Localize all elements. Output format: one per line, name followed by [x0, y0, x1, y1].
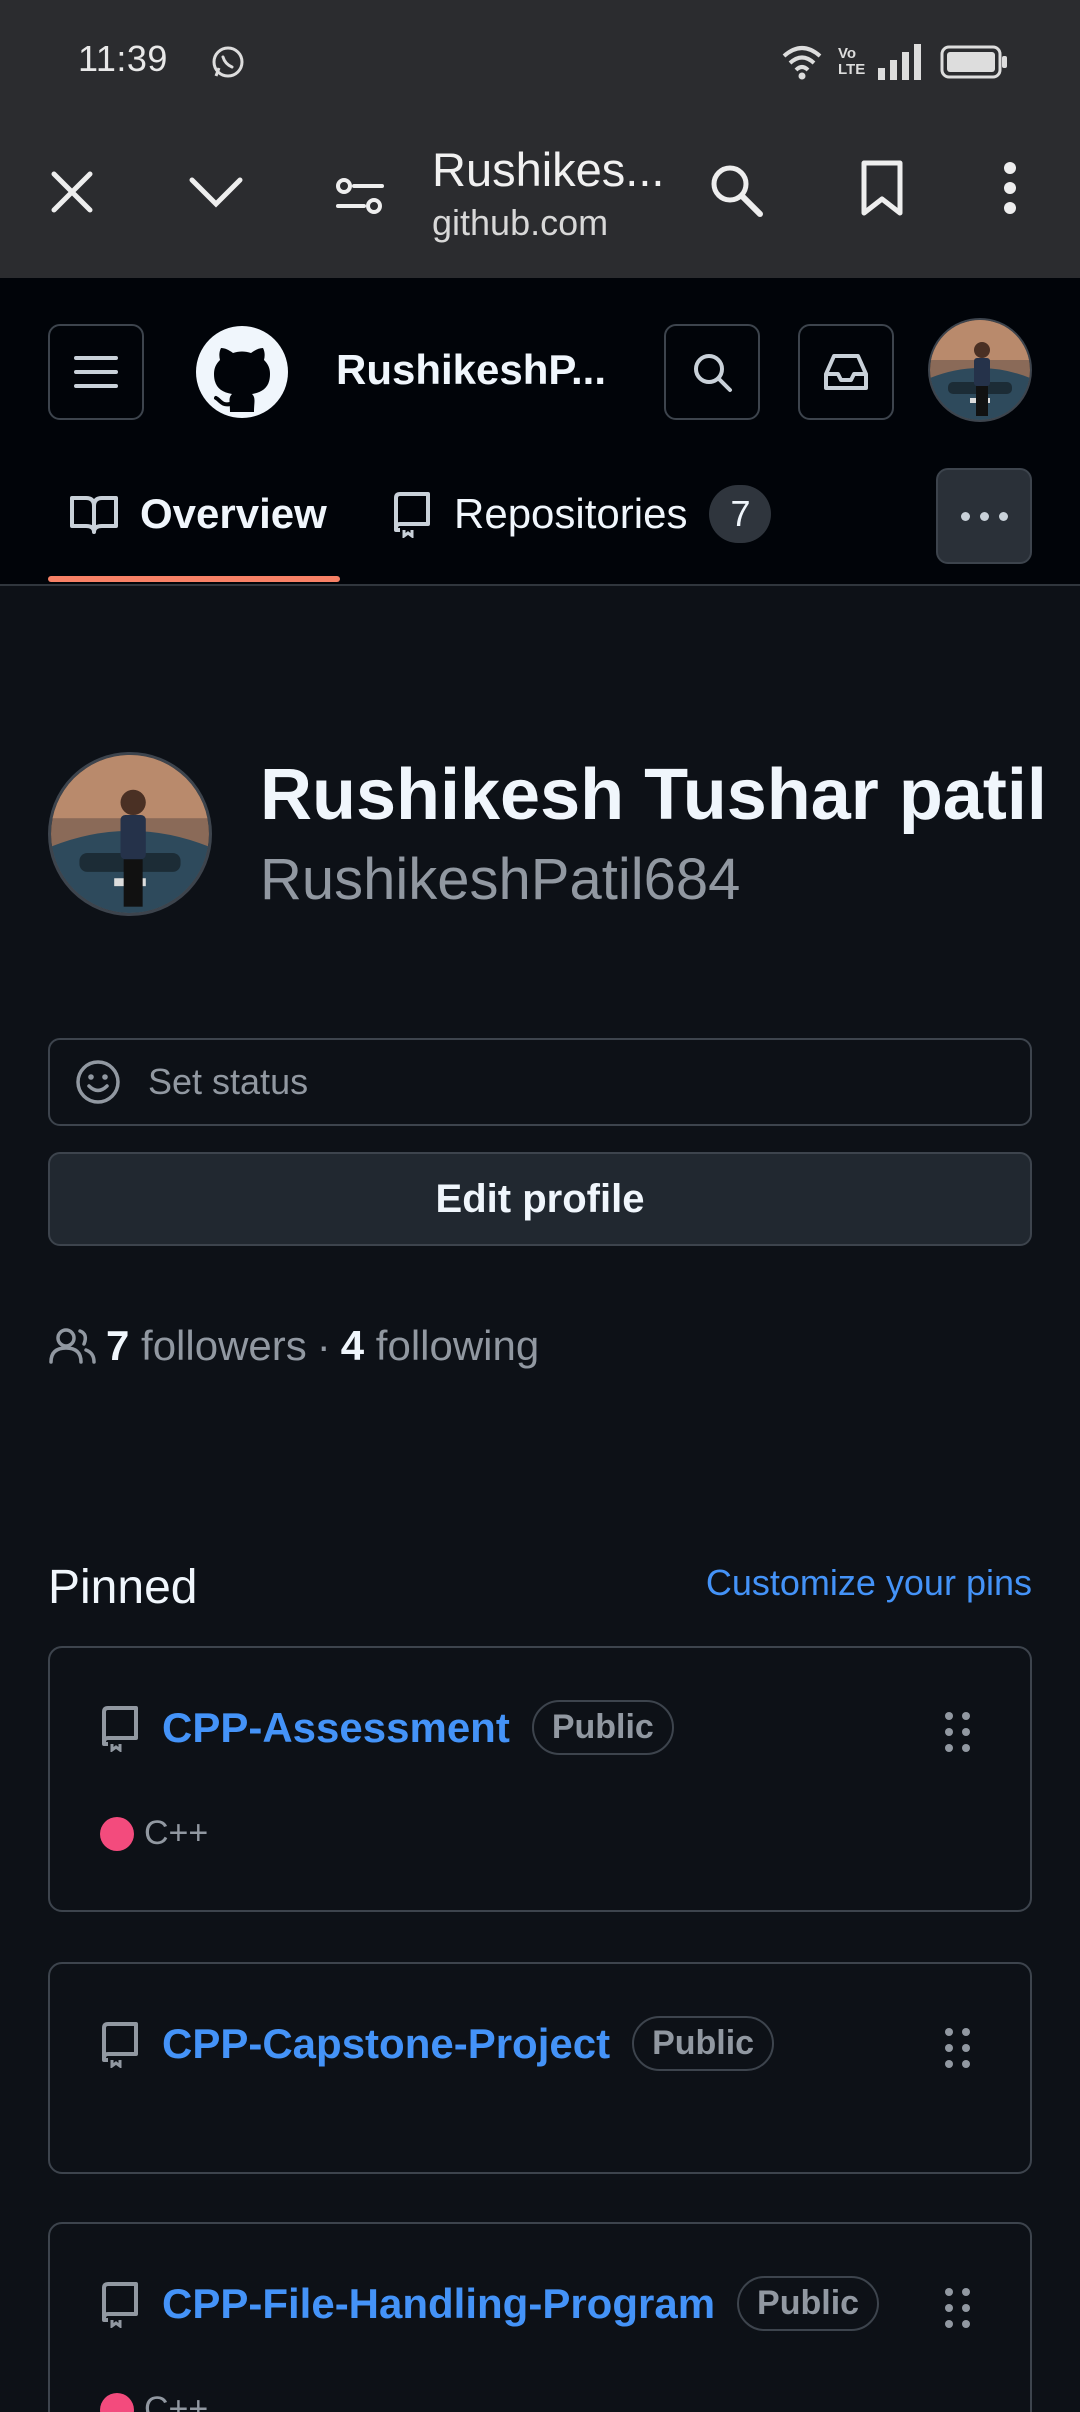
repo-language: C++ — [100, 2390, 208, 2412]
book-icon — [70, 496, 118, 534]
repo-icon — [102, 2281, 138, 2328]
repositories-count: 7 — [709, 485, 772, 543]
more-dot — [979, 511, 989, 521]
search-icon — [694, 354, 732, 392]
more-dot — [998, 511, 1008, 521]
inbox-icon — [824, 354, 868, 390]
repo-name-link[interactable]: CPP-Capstone-Project — [162, 2020, 610, 2068]
close-tab-icon[interactable] — [40, 160, 104, 224]
selected-tab-indicator — [48, 576, 340, 582]
pinned-repo-card: CPP-Assessment Public C++ — [48, 1646, 1032, 1912]
header-search-button[interactable] — [664, 324, 760, 420]
profile-login: RushikeshPatil684 — [260, 847, 741, 912]
visibility-badge: Public — [737, 2276, 880, 2331]
customize-pins-link[interactable]: Customize your pins — [706, 1562, 1032, 1604]
status-time: 11:39 — [78, 38, 168, 79]
repo-icon — [102, 2021, 138, 2068]
page-title[interactable]: Rushikes... — [432, 142, 664, 197]
browser-toolbar: Rushikes... github.com — [0, 122, 1080, 278]
repo-name-link[interactable]: CPP-File-Handling-Program — [162, 2280, 715, 2328]
chevron-down-icon[interactable] — [184, 160, 248, 224]
system-icons: Vo LTE — [780, 40, 1008, 84]
follow-stats: 7 followers · 4 following — [48, 1322, 539, 1370]
followers-link[interactable]: 7 followers — [106, 1322, 307, 1370]
language-color-dot — [100, 2392, 134, 2412]
people-icon — [49, 1328, 96, 1364]
search-icon[interactable] — [704, 158, 768, 222]
pinned-heading: Pinned — [48, 1561, 198, 1614]
repo-icon — [394, 492, 430, 538]
visibility-badge: Public — [531, 1700, 674, 1755]
tab-repositories-label: Repositories — [454, 490, 688, 537]
bookmark-icon[interactable] — [850, 156, 914, 220]
profile-photo — [51, 755, 209, 913]
following-label: following — [375, 1322, 540, 1369]
pinned-repo-header: CPP-File-Handling-Program Public — [100, 2276, 880, 2331]
tab-repositories[interactable]: Repositories 7 — [392, 478, 772, 550]
pinned-repo-header: CPP-Capstone-Project Public — [100, 2016, 775, 2071]
drag-handle-icon[interactable] — [945, 2288, 970, 2328]
following-link[interactable]: 4 following — [341, 1322, 539, 1370]
more-tabs-button[interactable] — [936, 468, 1032, 564]
tab-overview-label: Overview — [140, 490, 327, 537]
header-username[interactable]: RushikeshP... — [336, 346, 606, 394]
signal-icon — [878, 44, 921, 80]
hamburger-icon — [74, 356, 118, 388]
avatar-photo — [930, 320, 1030, 420]
drag-handle-icon[interactable] — [945, 2028, 970, 2068]
follow-separator: · — [316, 1322, 331, 1369]
status-bar: 11:39 Vo LTE — [0, 0, 1080, 122]
github-logo-icon[interactable] — [194, 324, 290, 420]
edit-profile-label: Edit profile — [435, 1176, 645, 1221]
language-color-dot — [100, 1816, 134, 1851]
language-name: C++ — [144, 2390, 209, 2412]
whatsapp-icon — [212, 46, 244, 78]
set-status-label: Set status — [148, 1061, 309, 1102]
pinned-repo-card: CPP-File-Handling-Program Public C++ — [48, 2222, 1032, 2412]
user-avatar[interactable] — [928, 318, 1032, 422]
language-name: C++ — [144, 1814, 209, 1852]
menu-button[interactable] — [48, 324, 144, 420]
battery-icon — [940, 45, 1007, 79]
set-status-button[interactable]: Set status — [48, 1038, 1032, 1126]
more-dot — [960, 511, 970, 521]
tab-overview[interactable]: Overview — [70, 478, 327, 550]
profile-avatar[interactable] — [48, 752, 212, 916]
smiley-icon — [76, 1060, 120, 1104]
wifi-icon — [782, 46, 822, 80]
page-url[interactable]: github.com — [432, 202, 608, 244]
github-header: RushikeshP... Overview Repositories 7 — [0, 278, 1080, 586]
repo-language: C++ — [100, 1814, 208, 1853]
volte-label: Vo LTE — [838, 45, 866, 78]
inbox-button[interactable] — [798, 324, 894, 420]
edit-profile-button[interactable]: Edit profile — [48, 1152, 1032, 1246]
following-count: 4 — [340, 1322, 365, 1369]
pinned-repo-card: CPP-Capstone-Project Public — [48, 1962, 1032, 2174]
site-settings-icon[interactable] — [328, 164, 392, 228]
repo-name-link[interactable]: CPP-Assessment — [162, 1704, 510, 1752]
visibility-badge: Public — [632, 2016, 775, 2071]
profile-name: Rushikesh Tushar patil — [260, 755, 1047, 835]
followers-label: followers — [141, 1322, 307, 1369]
drag-handle-icon[interactable] — [945, 1712, 970, 1752]
more-vert-icon[interactable] — [978, 156, 1042, 220]
repo-icon — [102, 1705, 138, 1752]
followers-count: 7 — [106, 1322, 130, 1369]
pinned-repo-header: CPP-Assessment Public — [100, 1700, 674, 1755]
